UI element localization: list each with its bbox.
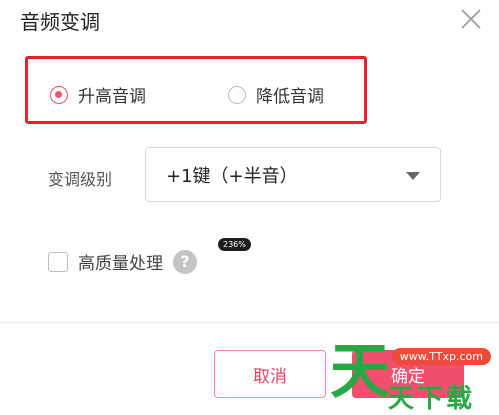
pitch-level-label: 变调级别: [48, 170, 113, 189]
dialog-title: 音频变调: [20, 10, 100, 34]
footer-divider: [0, 322, 499, 323]
pitch-level-select[interactable]: +1键（+半音）: [145, 147, 441, 202]
cancel-button[interactable]: 取消: [214, 350, 326, 398]
high-quality-checkbox[interactable]: [48, 251, 68, 272]
radio-raise-pitch[interactable]: 升高音调: [50, 82, 146, 107]
radio-lower-pitch[interactable]: 降低音调: [228, 82, 324, 107]
question-circle-icon[interactable]: ?: [173, 249, 197, 274]
zoom-badge: 236%: [218, 238, 251, 251]
chevron-down-icon: [406, 172, 420, 180]
radio-lower-pitch-label: 降低音调: [256, 87, 324, 107]
pitch-level-value: +1键（+半音）: [166, 165, 298, 187]
high-quality-label: 高质量处理: [78, 254, 163, 274]
radio-selected-icon: [50, 85, 68, 104]
radio-raise-pitch-label: 升高音调: [78, 87, 146, 107]
radio-unselected-icon: [228, 85, 246, 104]
high-quality-option[interactable]: 高质量处理 ?: [48, 249, 197, 274]
close-icon[interactable]: [458, 6, 484, 32]
ok-button[interactable]: 确定: [352, 350, 464, 398]
